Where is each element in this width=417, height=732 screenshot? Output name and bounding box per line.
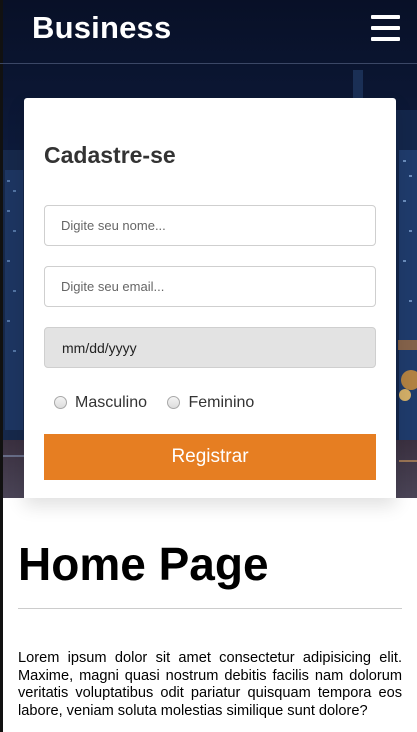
page: Business Cadastre-se mm/dd/yyyy Masculin…: [0, 0, 417, 732]
hamburger-menu-icon[interactable]: [371, 15, 400, 41]
brand-logo[interactable]: Business: [32, 10, 171, 46]
radio-label: Feminino: [188, 394, 255, 411]
hamburger-bar: [371, 15, 400, 19]
signup-form-card: Cadastre-se mm/dd/yyyy Masculino Feminin…: [24, 98, 396, 498]
radio-masculino[interactable]: Masculino: [54, 394, 147, 412]
date-input-placeholder: mm/dd/yyyy: [62, 340, 137, 356]
page-heading: Home Page: [18, 538, 269, 590]
name-input[interactable]: [44, 205, 376, 246]
radio-button-icon[interactable]: [167, 395, 181, 409]
gender-radio-group: Masculino Feminino: [54, 394, 260, 414]
divider: [18, 608, 402, 609]
register-button[interactable]: Registrar: [44, 434, 376, 480]
body-paragraph: Lorem ipsum dolor sit amet consectetur a…: [18, 650, 402, 719]
form-title: Cadastre-se: [44, 142, 176, 168]
hamburger-bar: [371, 37, 400, 41]
page-left-edge: [0, 0, 3, 732]
radio-feminino[interactable]: Feminino: [167, 394, 254, 412]
radio-button-icon[interactable]: [54, 395, 67, 409]
email-input[interactable]: [44, 266, 376, 307]
date-input[interactable]: mm/dd/yyyy: [44, 327, 376, 368]
hamburger-bar: [371, 26, 400, 30]
navbar: Business: [0, 0, 417, 64]
radio-label: Masculino: [75, 394, 148, 411]
